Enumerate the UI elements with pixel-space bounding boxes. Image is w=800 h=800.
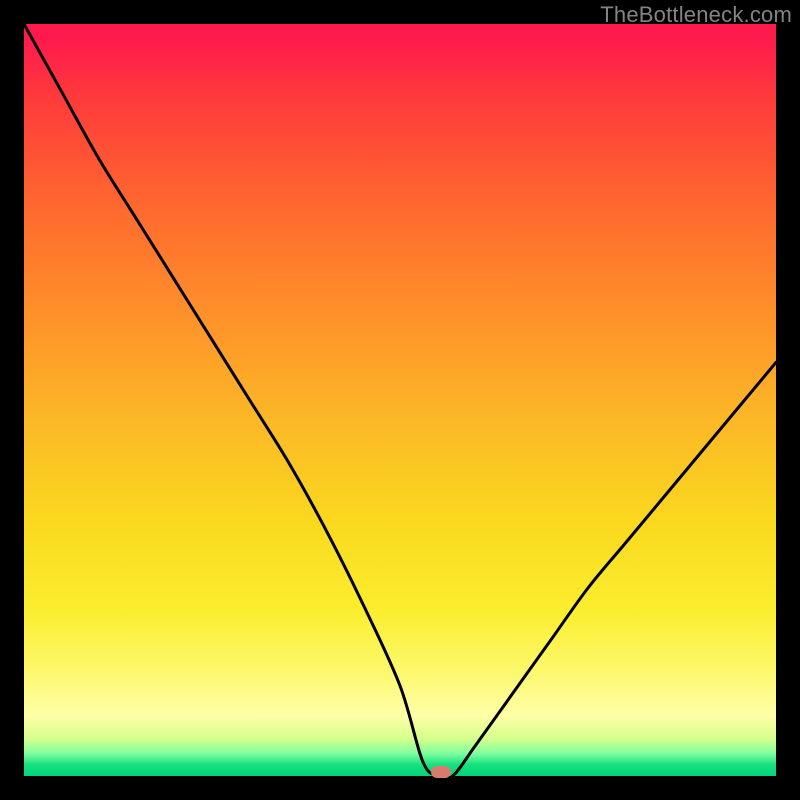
optimal-point-marker — [431, 766, 451, 778]
curve-svg — [24, 24, 776, 776]
chart-frame: TheBottleneck.com — [0, 0, 800, 800]
bottleneck-curve — [24, 24, 776, 776]
watermark-text: TheBottleneck.com — [600, 2, 792, 28]
plot-area — [24, 24, 776, 776]
